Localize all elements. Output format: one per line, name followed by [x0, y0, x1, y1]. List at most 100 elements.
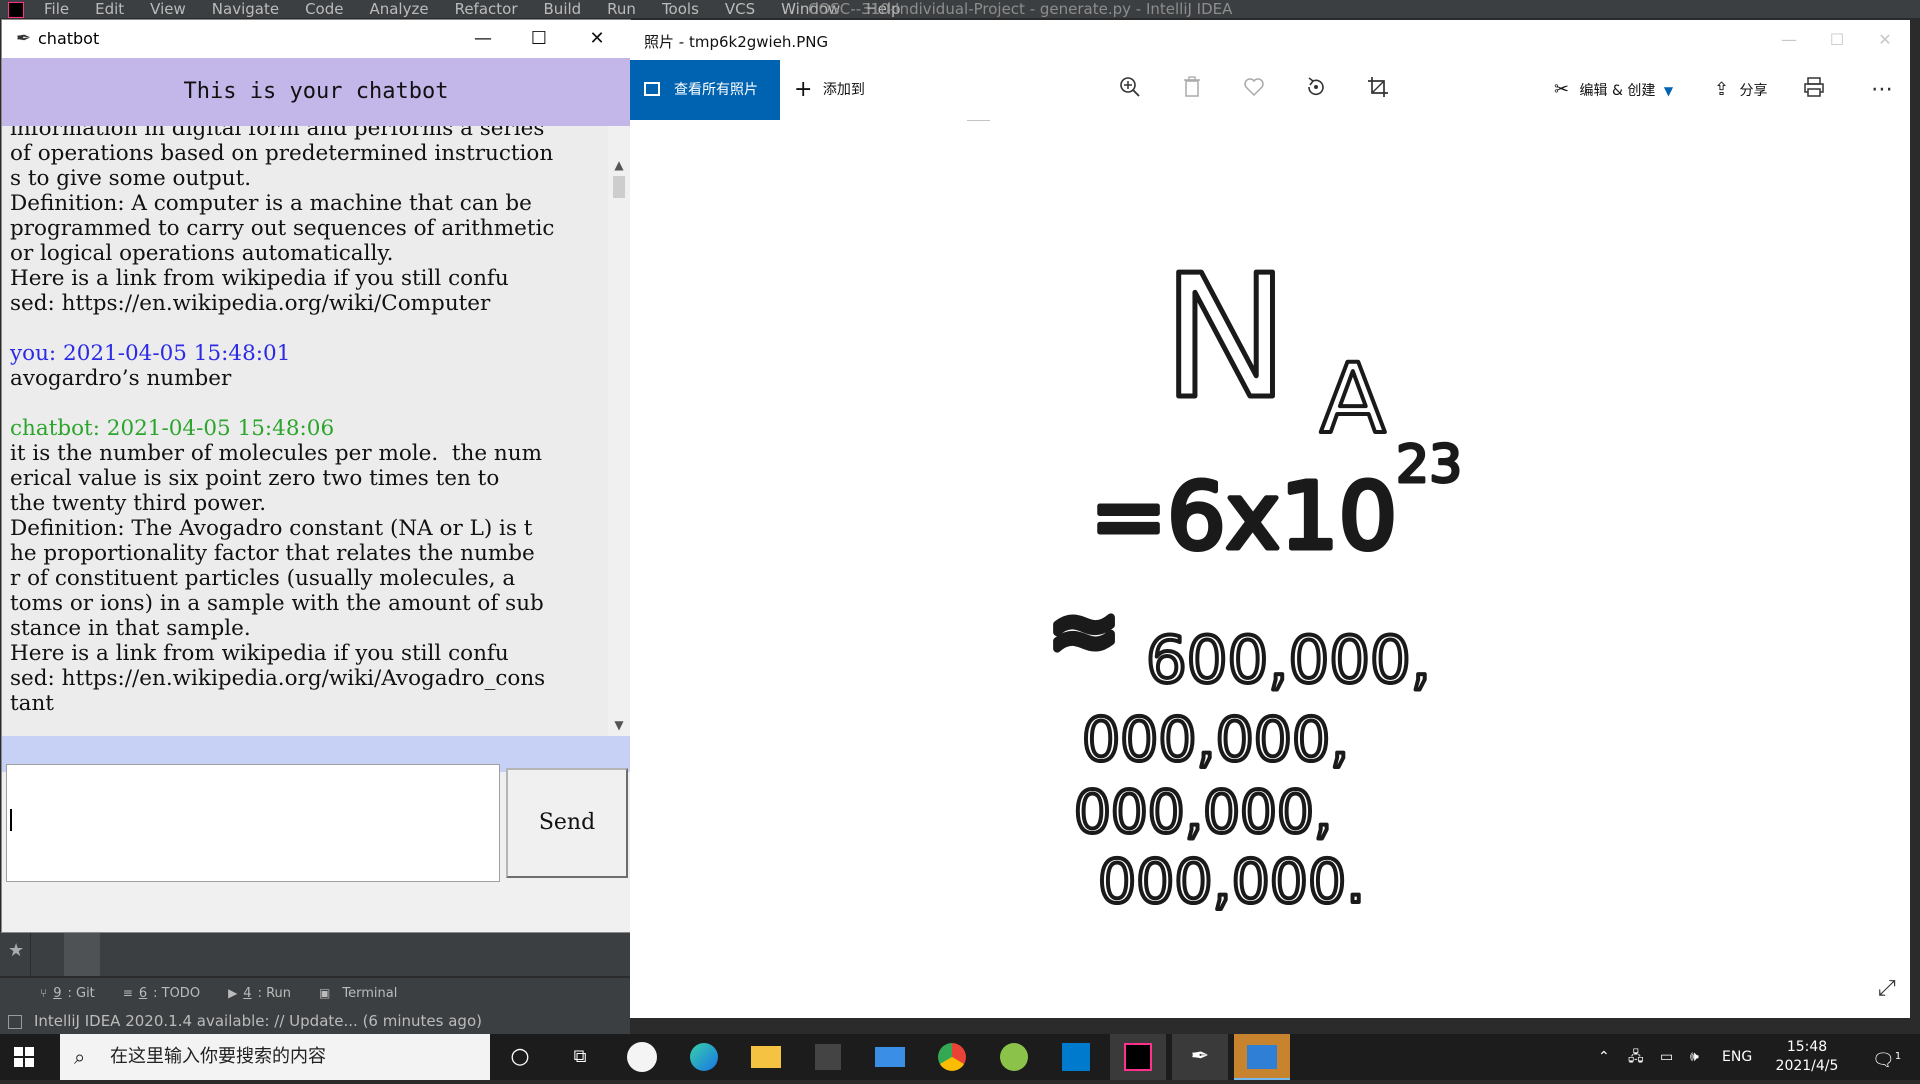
favorite-heart-icon[interactable] [1240, 76, 1268, 104]
chat-log-line: r of constituent particles (usually mole… [10, 566, 516, 591]
chat-log[interactable]: information in digital form and performs… [2, 126, 608, 736]
ide-menu-item[interactable]: View [150, 0, 186, 18]
chat-log-line: programmed to carry out sequences of ari… [10, 216, 555, 241]
chat-log-line [10, 391, 608, 416]
photos-titlebar: 照片 - tmp6k2gwieh.PNG — ☐ ✕ [630, 20, 1910, 60]
ide-menu-item[interactable]: Refactor [455, 0, 518, 18]
message-input[interactable] [6, 764, 500, 882]
ide-menu-item[interactable]: Run [607, 0, 636, 18]
mail-icon[interactable] [862, 1034, 918, 1080]
chat-log-line: Here is a link from wikipedia if you sti… [10, 641, 509, 666]
tool-window-1[interactable]: ≡ 6: TODO [123, 986, 200, 1001]
minimize-icon[interactable]: — [460, 20, 506, 58]
task-view-icon[interactable]: ⧉ [552, 1034, 608, 1080]
tool-window-0[interactable]: ⑂ 9: Git [40, 986, 95, 1001]
equation-text: =6x10 [1090, 463, 1397, 570]
windows-start-icon[interactable] [14, 1047, 34, 1067]
predator-app-icon[interactable] [800, 1034, 856, 1080]
scroll-up-icon[interactable]: ▲ [608, 154, 630, 176]
chat-log-line: toms or ions) in a sample with the amoun… [10, 591, 544, 616]
ide-menu-item[interactable]: File [44, 0, 69, 18]
na-symbol-text: N [1162, 239, 1289, 437]
ide-menu-item[interactable]: Navigate [212, 0, 279, 18]
chat-log-line: of operations based on predetermined ins… [10, 141, 554, 166]
chatbot-header: This is your chatbot [2, 58, 630, 126]
expand-fullscreen-icon[interactable]: ⤢ [1878, 976, 1896, 1001]
chrome-icon[interactable] [924, 1034, 980, 1080]
add-to-button[interactable]: + 添加到 [794, 60, 865, 120]
volume-icon[interactable]: 🕪 [1690, 1034, 1699, 1080]
taskbar-search-box[interactable]: ⌕ 在这里输入你要搜索的内容 [60, 1034, 490, 1080]
tool-window-key: 4 [243, 985, 252, 1001]
app-icon-1[interactable] [614, 1034, 670, 1080]
close-icon[interactable]: ✕ [574, 20, 620, 58]
cortana-icon[interactable]: ○ [492, 1034, 548, 1080]
notification-center-icon[interactable]: 🗨1 [1872, 1034, 1901, 1080]
crop-icon[interactable] [1364, 76, 1392, 104]
delete-icon[interactable] [1178, 76, 1206, 104]
zoom-in-icon[interactable] [1116, 76, 1144, 104]
ide-menu-item[interactable]: VCS [725, 0, 755, 18]
tool-window-2[interactable]: ▶ 4: Run [228, 986, 291, 1001]
text-caret [10, 809, 12, 831]
git-branch-icon: ⑂ [40, 986, 48, 1000]
file-explorer-icon[interactable] [738, 1034, 794, 1080]
edit-create-label: 编辑 & 创建 [1579, 83, 1656, 99]
share-button[interactable]: ⇪ 分享 [1714, 60, 1768, 120]
app-icon-green[interactable] [986, 1034, 1042, 1080]
photos-app-icon[interactable] [1234, 1034, 1290, 1080]
tool-window-label: Terminal [342, 985, 398, 1001]
maximize-icon[interactable]: ☐ [516, 20, 562, 58]
digits-line-3: 000,000, [1074, 778, 1332, 846]
view-all-photos-button[interactable]: 查看所有照片 [630, 60, 780, 120]
star-icon[interactable]: ★ [8, 940, 24, 961]
vscode-icon[interactable] [1048, 1034, 1104, 1080]
network-icon[interactable]: 🖧 [1628, 1034, 1644, 1080]
chatbot-feather-icon[interactable]: ✒ [1172, 1034, 1228, 1080]
ide-update-status[interactable]: IntelliJ IDEA 2020.1.4 available: // Upd… [34, 1008, 482, 1034]
clock-time: 15:48 [1786, 1039, 1828, 1055]
ide-menu-item[interactable]: Build [544, 0, 582, 18]
chevron-down-icon: ▼ [1663, 84, 1674, 98]
ide-tool-window-bar: ⑂ 9: Git ≡ 6: TODO ▶ 4: Run ▣ Terminal [0, 978, 630, 1008]
digits-line-2: 000,000, [1082, 705, 1349, 775]
language-indicator[interactable]: ENG [1722, 1034, 1752, 1080]
chat-log-line: he proportionality factor that relates t… [10, 541, 535, 566]
send-button[interactable]: Send [506, 768, 628, 878]
taskbar-clock[interactable]: 15:48 2021/4/5 [1762, 1038, 1852, 1076]
ide-menu-item[interactable]: Analyze [369, 0, 428, 18]
na-subscript-text: A [1320, 343, 1386, 455]
run-icon: ▶ [228, 986, 238, 1000]
ide-menubar: File Edit View Navigate Code Analyze Refactor B… [0, 0, 1920, 18]
chevron-up-icon[interactable]: ⌃ [1598, 1034, 1610, 1080]
photos-close-icon[interactable]: ✕ [1862, 20, 1908, 60]
ide-menu-item[interactable]: Tools [662, 0, 699, 18]
chat-log-line: or logical operations automatically. [10, 241, 394, 266]
battery-icon[interactable]: ▭ [1660, 1034, 1673, 1080]
chat-log-line: Definition: The Avogadro constant (NA or… [10, 516, 533, 541]
chatbot-window-title: chatbot [38, 29, 100, 48]
chat-log-line: stance in that sample. [10, 616, 251, 641]
list-icon: ≡ [122, 986, 133, 1000]
edit-create-button[interactable]: ✂ 编辑 & 创建 ▼ [1554, 60, 1673, 120]
chat-log-line: Here is a link from wikipedia if you sti… [10, 266, 509, 291]
photos-maximize-icon[interactable]: ☐ [1814, 20, 1860, 60]
digits-line-1: 600,000, [1146, 624, 1431, 698]
chat-scrollbar[interactable]: ▲ ▼ [608, 126, 630, 736]
print-icon[interactable] [1800, 76, 1828, 104]
scroll-thumb[interactable] [613, 176, 625, 198]
intellij-icon[interactable] [1110, 1034, 1166, 1080]
scroll-down-icon[interactable]: ▼ [608, 714, 630, 736]
edit-tools-icon: ✂ [1554, 79, 1570, 100]
photos-minimize-icon[interactable]: — [1766, 20, 1812, 60]
more-options-icon[interactable]: ⋯ [1868, 76, 1896, 104]
status-window-icon[interactable] [8, 1015, 22, 1029]
chat-log-line: Definition: A computer is a machine that… [10, 191, 532, 216]
ide-menu-item[interactable]: Code [305, 0, 343, 18]
intellij-logo-icon [8, 2, 24, 18]
tool-window-3[interactable]: ▣ Terminal [319, 986, 397, 1001]
rotate-icon[interactable] [1302, 76, 1330, 104]
ide-menu-item[interactable]: Edit [95, 0, 124, 18]
edge-browser-icon[interactable] [676, 1034, 732, 1080]
photo-canvas[interactable]: N A =6x10 23 ≈ 600,000, 000,000, 000,000… [630, 119, 1910, 1018]
